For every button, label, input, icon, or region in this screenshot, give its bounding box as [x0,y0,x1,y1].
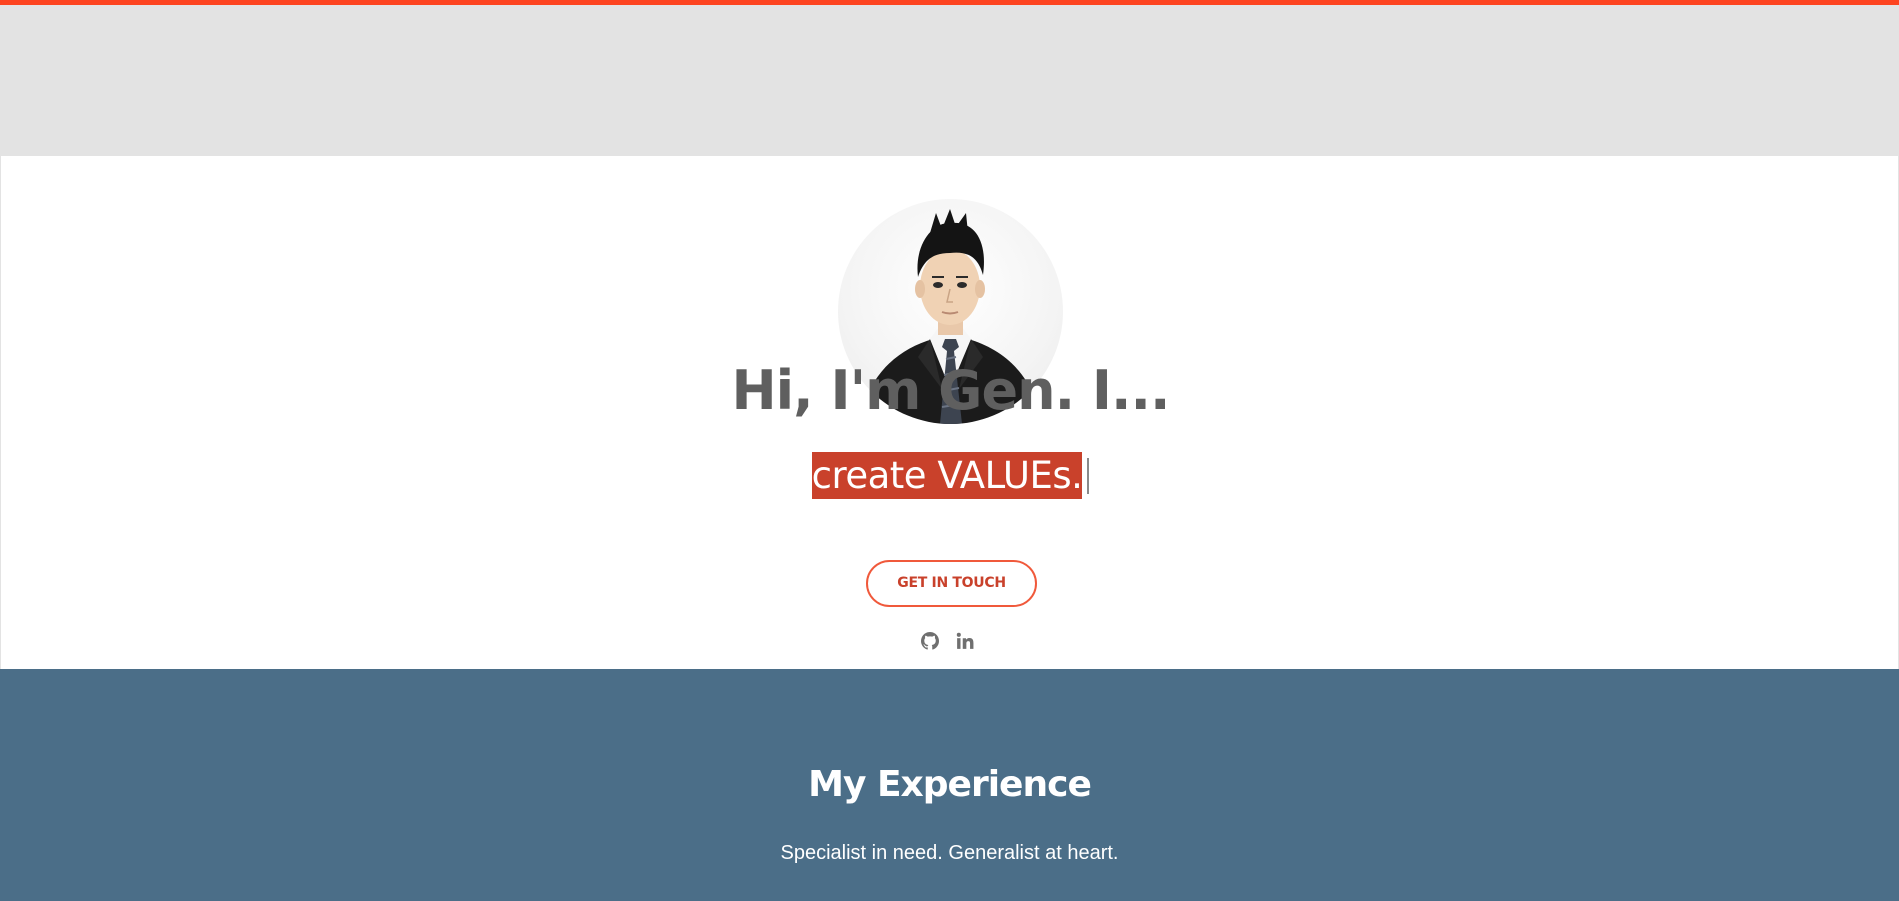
experience-section: My Experience Specialist in need. Genera… [0,669,1899,901]
header-band [0,5,1899,156]
get-in-touch-button[interactable]: GET IN TOUCH [866,560,1037,607]
experience-subtitle: Specialist in need. Generalist at heart. [780,842,1119,864]
linkedin-icon [956,632,974,649]
linkedin-link[interactable] [956,632,974,650]
typing-caret [1087,458,1090,494]
typed-line: create VALUEs. [1,452,1899,499]
github-link[interactable] [921,632,939,650]
experience-title: My Experience [808,764,1092,805]
portfolio-page: Hi, I'm Gen. I... create VALUEs. GET IN … [0,0,1899,901]
social-links [921,631,974,651]
hero-section: Hi, I'm Gen. I... create VALUEs. GET IN … [0,156,1899,669]
page-title: Hi, I'm Gen. I... [731,359,1170,422]
typed-text-highlight: create VALUEs. [811,452,1083,499]
github-icon [921,632,939,650]
